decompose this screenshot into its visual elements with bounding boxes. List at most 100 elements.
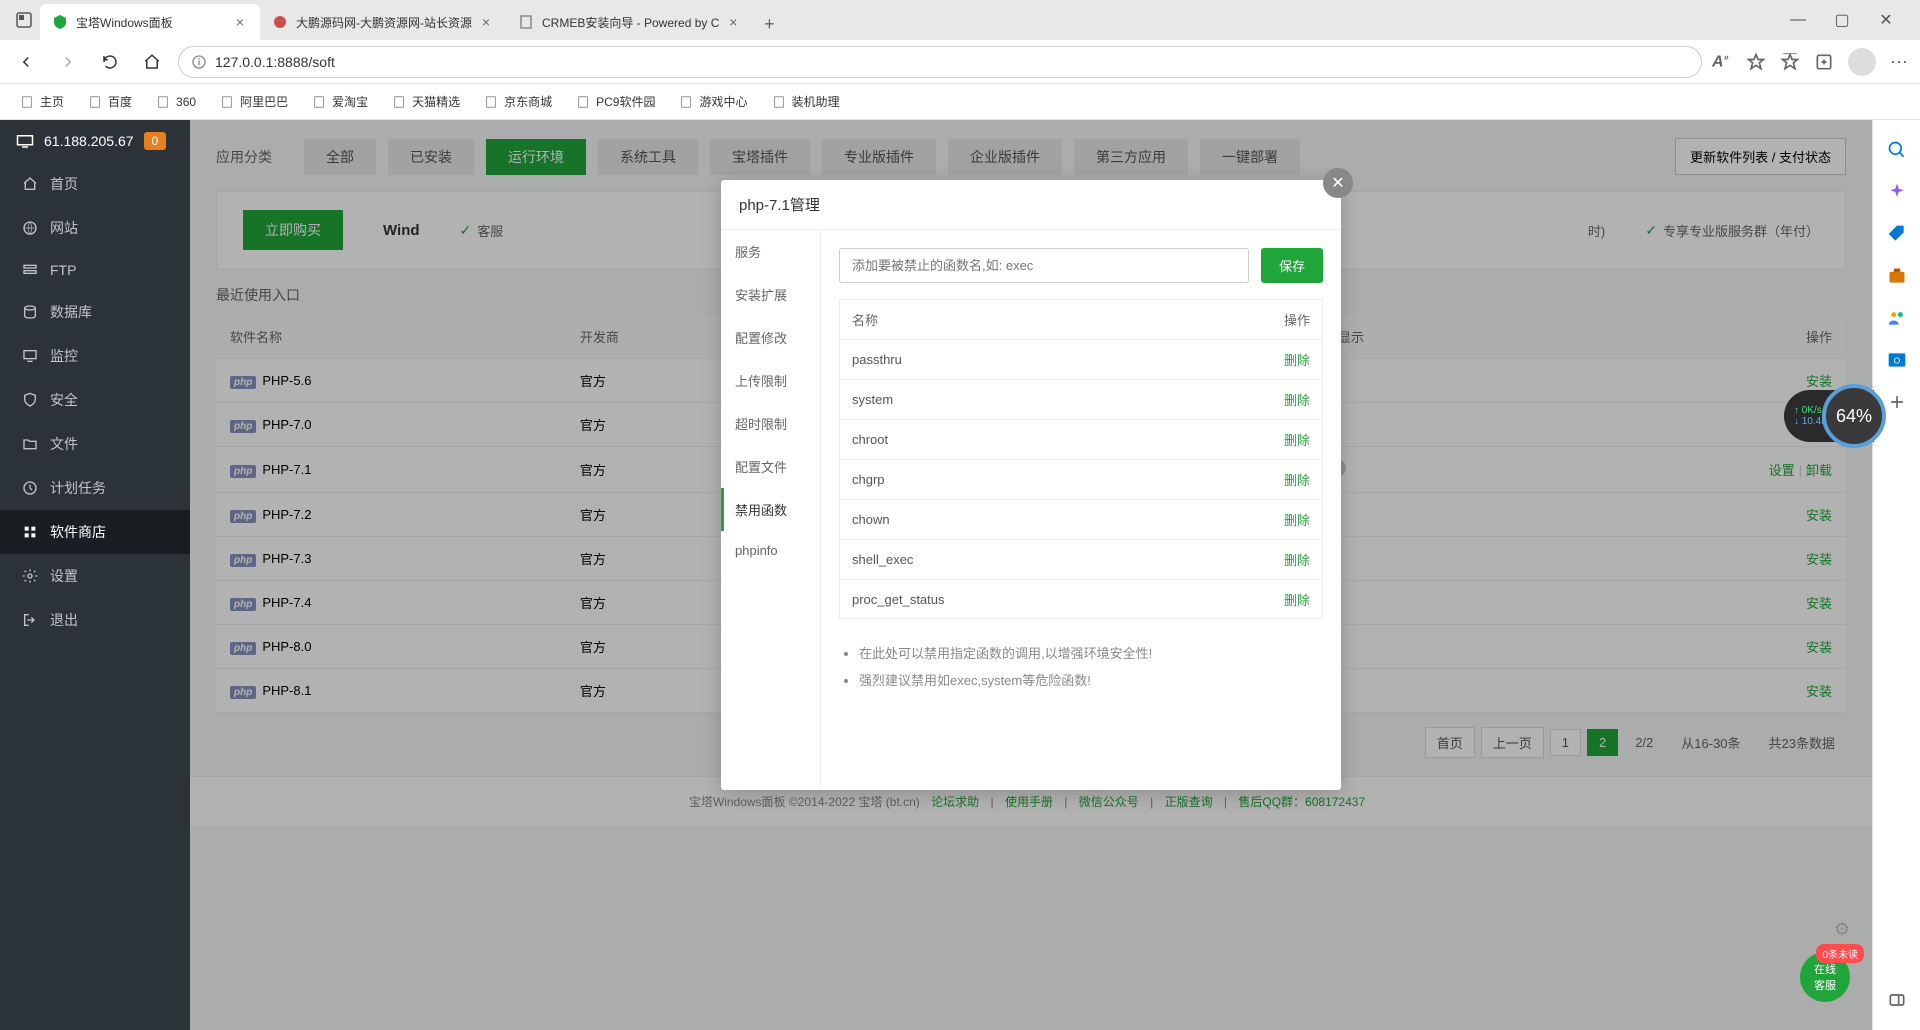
sparkle-icon[interactable]: [1887, 182, 1907, 202]
bookmark-item[interactable]: 360: [146, 91, 206, 113]
delete-link[interactable]: 删除: [1284, 433, 1310, 448]
people-icon[interactable]: [1887, 308, 1907, 328]
modal-nav-3[interactable]: 上传限制: [721, 359, 820, 402]
modal-nav-2[interactable]: 配置修改: [721, 316, 820, 359]
function-name: passthru: [840, 340, 1177, 380]
main-content: 应用分类 全部已安装运行环境系统工具宝塔插件专业版插件企业版插件第三方应用一键部…: [190, 120, 1872, 1030]
bookmark-item[interactable]: 主页: [10, 89, 74, 114]
outlook-icon[interactable]: O: [1887, 350, 1907, 370]
function-row: proc_get_status删除: [840, 580, 1322, 620]
profile-avatar[interactable]: [1848, 48, 1876, 76]
sidebar-item-shield[interactable]: 安全: [0, 378, 190, 422]
delete-link[interactable]: 删除: [1284, 553, 1310, 568]
back-button[interactable]: [10, 46, 42, 78]
bookmark-item[interactable]: 爱淘宝: [302, 89, 378, 114]
ftp-icon: [22, 262, 38, 278]
collapse-icon[interactable]: [1887, 990, 1907, 1010]
minimize-button[interactable]: —: [1784, 6, 1812, 34]
tag-icon[interactable]: [1887, 224, 1907, 244]
page-icon: [20, 95, 34, 109]
modal-nav-5[interactable]: 配置文件: [721, 445, 820, 488]
window-controls: — ▢ ✕: [1772, 6, 1912, 34]
forward-button[interactable]: [52, 46, 84, 78]
add-icon[interactable]: [1887, 392, 1907, 412]
sidebar-item-clock[interactable]: 计划任务: [0, 466, 190, 510]
menu-button[interactable]: ⋯: [1890, 52, 1910, 72]
server-ip-display: 61.188.205.67 0: [0, 120, 190, 162]
store-icon: [22, 524, 38, 540]
url-input-wrap[interactable]: [178, 46, 1702, 78]
function-name: chroot: [840, 420, 1177, 460]
delete-link[interactable]: 删除: [1284, 593, 1310, 608]
tab-dapeng[interactable]: 大鹏源码网-大鹏资源网-站长资源 ×: [260, 4, 506, 40]
tab-baota[interactable]: 宝塔Windows面板 ×: [40, 4, 260, 40]
favorite-button[interactable]: [1746, 52, 1766, 72]
delete-link[interactable]: 删除: [1284, 353, 1310, 368]
close-icon[interactable]: ×: [725, 14, 741, 30]
maximize-button[interactable]: ▢: [1828, 6, 1856, 34]
tip-text: 强烈建议禁用如exec,system等危险函数!: [859, 670, 1323, 689]
close-icon[interactable]: ×: [232, 14, 248, 30]
collections-icon[interactable]: [1814, 52, 1834, 72]
bookmark-item[interactable]: 游戏中心: [669, 89, 757, 114]
function-row: chown删除: [840, 500, 1322, 540]
search-icon[interactable]: [1887, 140, 1907, 160]
sidebar-item-home[interactable]: 首页: [0, 162, 190, 206]
favorites-list-icon[interactable]: [1780, 52, 1800, 72]
delete-link[interactable]: 删除: [1284, 513, 1310, 528]
bookmark-item[interactable]: 阿里巴巴: [210, 89, 298, 114]
bookmarks-bar: 主页 百度 360 阿里巴巴 爱淘宝 天猫精选 京东商城 PC9软件园 游戏中心…: [0, 84, 1920, 120]
browser-tab-bar: 宝塔Windows面板 × 大鹏源码网-大鹏资源网-站长资源 × CRMEB安装…: [0, 0, 1920, 40]
modal-close-button[interactable]: ✕: [1323, 168, 1353, 198]
page-icon: [312, 95, 326, 109]
close-window-button[interactable]: ✕: [1872, 6, 1900, 34]
delete-link[interactable]: 删除: [1284, 473, 1310, 488]
briefcase-icon[interactable]: [1887, 266, 1907, 286]
bookmark-item[interactable]: 天猫精选: [382, 89, 470, 114]
modal-nav-0[interactable]: 服务: [721, 230, 820, 273]
page-icon: [220, 95, 234, 109]
modal-overlay[interactable]: ✕ php-7.1管理 服务安装扩展配置修改上传限制超时限制配置文件禁用函数ph…: [190, 120, 1872, 1030]
function-name: system: [840, 380, 1177, 420]
modal-nav-4[interactable]: 超时限制: [721, 402, 820, 445]
save-button[interactable]: 保存: [1261, 248, 1323, 283]
page-icon: [156, 95, 170, 109]
info-icon: [191, 54, 207, 70]
nav-label: 文件: [50, 434, 78, 454]
bookmark-item[interactable]: 装机助理: [762, 89, 850, 114]
url-input[interactable]: [215, 54, 1689, 70]
function-table-scroll[interactable]: 名称 操作 passthru删除system删除chroot删除chgrp删除c…: [839, 299, 1323, 619]
settings-float-icon[interactable]: ⚙: [1834, 919, 1850, 940]
sidebar-item-ftp[interactable]: FTP: [0, 250, 190, 290]
sidebar-item-db[interactable]: 数据库: [0, 290, 190, 334]
tab-crmeb[interactable]: CRMEB安装向导 - Powered by C ×: [506, 4, 753, 40]
sidebar-item-folder[interactable]: 文件: [0, 422, 190, 466]
tab-title: CRMEB安装向导 - Powered by C: [542, 14, 719, 31]
modal-nav-6[interactable]: 禁用函数: [721, 488, 820, 531]
read-aloud-icon[interactable]: A»: [1712, 52, 1732, 72]
sidebar-item-monitor[interactable]: 监控: [0, 334, 190, 378]
svg-text:O: O: [1893, 355, 1900, 365]
sidebar-item-gear[interactable]: 设置: [0, 554, 190, 598]
bookmark-item[interactable]: PC9软件园: [566, 89, 665, 114]
page-icon: [392, 95, 406, 109]
function-row: system 删除: [840, 380, 1322, 420]
refresh-button[interactable]: [94, 46, 126, 78]
page-icon: [679, 95, 693, 109]
modal-nav-7[interactable]: phpinfo: [721, 531, 820, 570]
function-name-input[interactable]: [839, 248, 1249, 283]
home-button[interactable]: [136, 46, 168, 78]
bookmark-item[interactable]: 百度: [78, 89, 142, 114]
bookmark-item[interactable]: 京东商城: [474, 89, 562, 114]
tabs-overview-button[interactable]: [8, 4, 40, 36]
sidebar-item-store[interactable]: 软件商店: [0, 510, 190, 554]
new-tab-button[interactable]: +: [753, 8, 785, 40]
modal-nav-1[interactable]: 安装扩展: [721, 273, 820, 316]
sidebar-item-exit[interactable]: 退出: [0, 598, 190, 642]
close-icon[interactable]: ×: [478, 14, 494, 30]
sidebar-item-globe[interactable]: 网站: [0, 206, 190, 250]
delete-link[interactable]: 删除: [1284, 393, 1310, 408]
network-percent-circle[interactable]: 64%: [1822, 384, 1886, 448]
customer-service-button[interactable]: 0条未读 在线 客服: [1800, 952, 1850, 1002]
nav-label: 退出: [50, 610, 78, 630]
